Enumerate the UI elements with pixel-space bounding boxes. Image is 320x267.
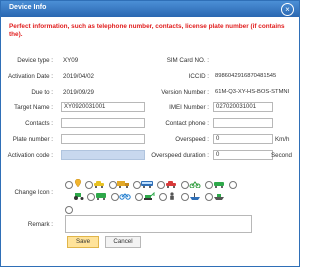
remark-textarea[interactable]	[65, 215, 252, 233]
plate-number-label: Plate number :	[12, 136, 53, 143]
person-icon[interactable]	[167, 192, 177, 200]
icon-picker	[65, 179, 245, 215]
scooter-icon[interactable]	[213, 180, 225, 188]
icon-radio-bus[interactable]	[133, 181, 141, 189]
icon-radio-tractor[interactable]	[229, 181, 237, 189]
cancel-button[interactable]: Cancel	[105, 236, 141, 248]
imei-number-label: IMEI Number :	[169, 104, 209, 111]
sim-card-label: SIM Card NO. :	[166, 57, 209, 64]
overspeed-duration-unit: Second	[271, 152, 292, 159]
contacts-label: Contacts :	[25, 120, 53, 127]
truck-icon[interactable]	[117, 180, 129, 188]
icon-radio-motorcycle[interactable]	[181, 181, 189, 189]
ship-icon[interactable]	[213, 192, 225, 200]
close-icon[interactable]: ×	[281, 3, 294, 16]
iccid-label: ICCID :	[188, 73, 209, 80]
icon-radio-truck[interactable]	[109, 181, 117, 189]
target-name-label: Target Name :	[14, 104, 53, 111]
icon-radio-car-red[interactable]	[157, 181, 165, 189]
dialog-title: Device Info	[9, 4, 47, 11]
bus-icon[interactable]	[141, 180, 153, 188]
dialog-titlebar: Device Info ×	[1, 1, 299, 17]
icon-radio-scooter[interactable]	[205, 181, 213, 189]
plate-number-input[interactable]	[61, 134, 145, 144]
contacts-input[interactable]	[61, 118, 145, 128]
due-to-value: 2019/09/29	[63, 89, 94, 96]
activation-date-value: 2019/04/02	[63, 73, 94, 80]
pin-icon[interactable]	[73, 179, 83, 187]
bicycle-icon[interactable]	[119, 192, 131, 200]
icon-radio-excavator[interactable]	[135, 193, 143, 201]
motorcycle-icon[interactable]	[189, 180, 201, 188]
car-icon[interactable]	[93, 180, 105, 188]
warning-message: Perfect information, such as telephone n…	[9, 23, 285, 38]
car-red-icon[interactable]	[165, 180, 177, 188]
contact-phone-input[interactable]	[213, 118, 273, 128]
overspeed-unit: Km/h	[275, 136, 290, 143]
version-number-value: 61M-Q3-XY-HS-BOS-STMNI	[215, 89, 290, 95]
iccid-value: 8986042916870481545	[215, 73, 277, 79]
target-name-input[interactable]: XY0920031001	[61, 102, 145, 112]
activation-code-input[interactable]	[61, 150, 145, 160]
tractor-icon[interactable]	[73, 192, 85, 200]
icon-radio-train[interactable]	[87, 193, 95, 201]
icon-radio-extra[interactable]	[65, 206, 73, 214]
icon-radio-person[interactable]	[159, 193, 167, 201]
device-info-dialog: Device Info × Perfect information, such …	[0, 0, 300, 267]
contact-phone-label: Contact phone :	[165, 120, 209, 127]
overspeed-input[interactable]: 0	[213, 134, 273, 144]
imei-number-input[interactable]: 027020031001	[213, 102, 273, 112]
train-icon[interactable]	[95, 192, 107, 200]
overspeed-duration-input[interactable]: 0	[213, 150, 273, 160]
due-to-label: Due to :	[31, 89, 53, 96]
icon-radio-ship[interactable]	[205, 193, 213, 201]
boat-icon[interactable]	[189, 192, 201, 200]
excavator-icon[interactable]	[143, 192, 155, 200]
icon-radio-pin[interactable]	[65, 181, 73, 189]
overspeed-duration-label: Overspeed duration :	[151, 152, 209, 159]
icon-radio-bicycle[interactable]	[111, 193, 119, 201]
icon-radio-boat[interactable]	[181, 193, 189, 201]
save-button[interactable]: Save	[67, 236, 99, 248]
activation-code-label: Activation code :	[7, 152, 53, 159]
change-icon-label: Change Icon :	[14, 189, 53, 196]
version-number-label: Version Number :	[161, 89, 209, 96]
remark-label: Remark :	[27, 221, 53, 228]
activation-date-label: Activation Date :	[7, 73, 53, 80]
icon-radio-car[interactable]	[85, 181, 93, 189]
overspeed-label: Overspeed :	[175, 136, 209, 143]
device-type-value: XY09	[63, 57, 79, 64]
device-type-label: Device type :	[17, 57, 53, 64]
